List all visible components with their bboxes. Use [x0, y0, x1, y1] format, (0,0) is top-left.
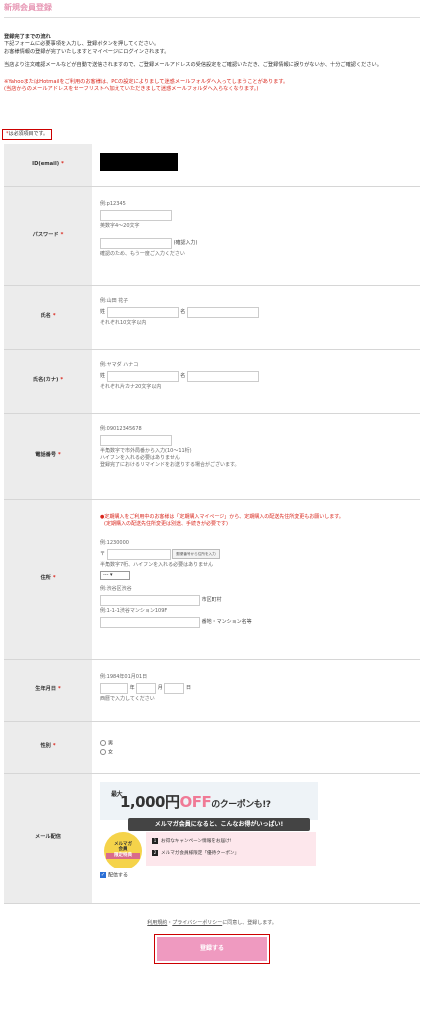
street-label: 番地・マンション名等	[201, 618, 252, 625]
year-label: 年	[129, 684, 135, 691]
address-notice: (定期購入の配送先住所変更は別途、手続きが必要です)	[104, 520, 228, 527]
phone-hint: ハイフンを入れる必要はありません	[100, 454, 180, 461]
redacted-email-value	[100, 153, 178, 171]
password-input[interactable]	[100, 209, 172, 221]
city-label: 市区町村	[201, 596, 222, 603]
field-label: パスワード *	[4, 186, 92, 286]
banner-badge: メルマガ 会員 限定特典	[104, 831, 142, 868]
banner-item: 1 お得なキャンペーン情報をお届け!	[152, 837, 232, 844]
newsletter-checkbox[interactable]: ✓ 配信する	[100, 871, 412, 880]
last-kana-input[interactable]	[106, 370, 179, 382]
first-name-input[interactable]	[186, 306, 259, 318]
field-label: 性別 *	[4, 721, 92, 774]
intro-line: 当店より注文確認メールなどが自動で送信されますので、ご登録メールアドレスの受信設…	[4, 61, 382, 68]
form-row-phone: 電話番号 * 例:09012345678 半角数字で市外局番から入力(10〜11桁…	[4, 413, 420, 500]
field-label: 住所 *	[4, 499, 92, 660]
kana-example: 例:ヤマダ ハナコ	[100, 361, 139, 368]
banner-item: 2 メルマガ会員様限定「優待クーポン」	[152, 849, 240, 856]
street-input[interactable]	[100, 616, 200, 628]
form-row-newsletter: メール配信 最大 1,000円OFFのクーポンも!? メルマガ会員になると、こん…	[4, 773, 420, 904]
field-label: メール配信	[4, 773, 92, 904]
name-example: 例:山田 花子	[100, 297, 129, 304]
title-divider	[4, 17, 420, 18]
required-note: *は必須項目です。	[2, 129, 53, 140]
newsletter-banner: 最大 1,000円OFFのクーポンも!? メルマガ会員になると、こんなお得がいっ…	[100, 781, 318, 868]
city-example: 例:渋谷区渋谷	[100, 585, 132, 592]
phone-input[interactable]	[100, 434, 172, 446]
form-row-birthday: 生年月日 * 例:1984年01月01日 年 月 日 西暦で入力してください	[4, 659, 420, 722]
zip-mark: 〒	[100, 550, 106, 557]
day-label: 日	[186, 684, 192, 691]
submit-button[interactable]: 登録する	[157, 937, 267, 961]
address-notice: ●定期購入をご利用中のお客様は「定期購入マイページ」から、定期購入の配送先住所変…	[100, 513, 344, 520]
birthday-example: 例:1984年01月01日	[100, 673, 148, 680]
kana-hint: それぞれ片カナ20文字以内	[100, 383, 162, 390]
password-confirm-label: (確認入力)	[173, 239, 198, 246]
banner-headline: 最大 1,000円OFFのクーポンも!?	[111, 790, 271, 811]
password-confirm-hint: 確認のため、もう一度ご入力ください	[100, 250, 185, 257]
phone-example: 例:09012345678	[100, 425, 142, 432]
field-label: 氏名 *	[4, 285, 92, 350]
form-row-gender: 性別 * 男 女	[4, 721, 420, 774]
name-hint: それぞれ10文字以内	[100, 319, 147, 326]
gender-option-male[interactable]: 男	[100, 739, 412, 748]
first-kana-input[interactable]	[186, 370, 259, 382]
form-row-name: 氏名 * 例:山田 花子 姓 名 それぞれ10文字以内	[4, 285, 420, 350]
chevron-down-icon: ▾	[110, 571, 113, 578]
zip-hint: 半角数字7桁、ハイフンを入れる必要はありません	[100, 561, 214, 568]
gender-option-female[interactable]: 女	[100, 749, 412, 757]
password-confirm-input[interactable]	[100, 237, 172, 249]
intro-section: 登録完了までの流れ 下記フォームに必要事項を入力し、登録ボタンを押してください。…	[4, 34, 420, 94]
last-name-label: 姓	[100, 308, 106, 315]
intro-warning: (当店からのメールアドレスをセーフリストへ加えていただきまして迷惑メールフォルダ…	[4, 86, 259, 93]
prefecture-select[interactable]: --- ▾	[100, 570, 130, 580]
privacy-policy-link[interactable]: プライバシーポリシー	[172, 920, 222, 926]
intro-line: 下記フォームに必要事項を入力し、登録ボタンを押してください。	[4, 41, 160, 48]
page-title: 新規会員登録	[4, 3, 52, 12]
zip-example: 例:1230000	[100, 539, 129, 546]
month-label: 月	[157, 684, 163, 691]
field-label: ID(email) *	[4, 144, 92, 187]
terms-link[interactable]: 利用規約	[147, 920, 167, 926]
terms-consent: 利用規約・プライバシーポリシーに同意し、登録します。	[147, 920, 277, 926]
first-name-label: 名	[180, 308, 186, 315]
city-input[interactable]	[100, 594, 200, 606]
field-label: 氏名(カナ) *	[4, 349, 92, 414]
radio-icon[interactable]	[100, 739, 106, 746]
field-label: 電話番号 *	[4, 413, 92, 500]
phone-hint: 登録完了におけるリマインドをお送りする場合がございます。	[100, 461, 240, 468]
submit-button-frame: 登録する	[154, 934, 270, 964]
birthday-hint: 西暦で入力してください	[100, 695, 155, 702]
birth-day-input[interactable]	[164, 682, 185, 694]
last-name-input[interactable]	[106, 306, 179, 318]
form-row-email: ID(email) *	[4, 144, 420, 187]
radio-icon[interactable]	[100, 749, 106, 755]
checkbox-checked-icon[interactable]: ✓	[100, 871, 106, 878]
required-note-text: は必須項目です。	[8, 131, 49, 137]
zip-lookup-button[interactable]: 郵便番号から住所を入力	[172, 549, 220, 559]
intro-line: お客様情報の登録が完了いたしますとマイページにログインされます。	[4, 48, 170, 55]
street-example: 例:1-1-1渋谷マンション109F	[100, 607, 168, 614]
first-kana-label: 名	[180, 372, 186, 379]
password-example: 例:p12345	[100, 200, 126, 207]
banner-band: メルマガ会員になると、こんなお得がいっぱい!	[128, 817, 310, 831]
field-label: 生年月日 *	[4, 659, 92, 722]
password-hint: 英数字4〜20文字	[100, 222, 140, 229]
form-row-kana: 氏名(カナ) * 例:ヤマダ ハナコ 姓 名 それぞれ片カナ20文字以内	[4, 349, 420, 414]
birth-year-input[interactable]	[100, 682, 128, 694]
form-row-address: 住所 * ●定期購入をご利用中のお客様は「定期購入マイページ」から、定期購入の配送…	[4, 499, 420, 660]
last-kana-label: 姓	[100, 372, 106, 379]
zip-input[interactable]	[106, 548, 171, 560]
phone-hint: 半角数字で市外局番から入力(10〜11桁)	[100, 447, 192, 454]
form-row-password: パスワード * 例:p12345 英数字4〜20文字 (確認入力) 確認のため、も…	[4, 186, 420, 286]
registration-form: ID(email) * パスワード * 例:p12345 英数字4〜20文字 (確認…	[4, 144, 420, 904]
birth-month-input[interactable]	[136, 682, 157, 694]
